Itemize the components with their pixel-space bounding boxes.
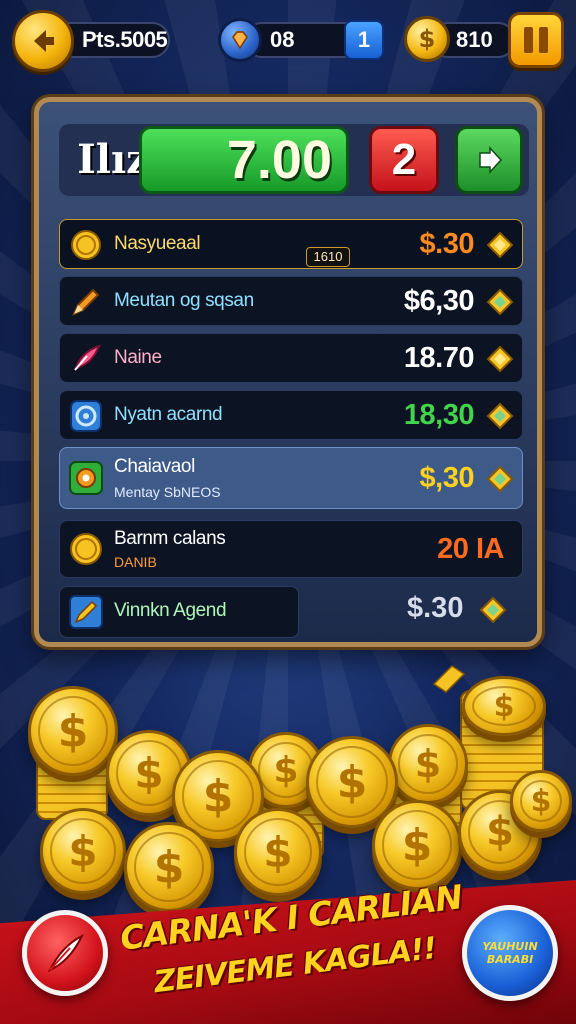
- row-sub-label: Mentay SbNEOS: [114, 484, 221, 500]
- score-value: 7.00: [226, 130, 332, 190]
- gear-icon: [68, 460, 104, 496]
- diamond-icon: [479, 596, 507, 624]
- row-label: Naine: [114, 347, 162, 368]
- pencil-icon: [68, 284, 104, 320]
- row-value: $.30: [419, 228, 475, 260]
- back-button[interactable]: [12, 10, 74, 72]
- stats-panel: Ilız 7.00 2 Nasyueaal 1610 $.30 Meutan o…: [34, 97, 542, 647]
- diamond-icon: [486, 345, 514, 373]
- row-label: Meutan og sqsan: [114, 290, 254, 311]
- coin-icon: [68, 227, 104, 263]
- coin: $: [28, 686, 118, 776]
- play-arrow-icon: [479, 146, 503, 174]
- row-value: 18.70: [403, 342, 475, 374]
- coin: $: [124, 822, 214, 912]
- play-button[interactable]: [455, 126, 523, 194]
- row-label: Nasyueaal: [114, 233, 201, 254]
- row-label: Chaiavaol: [114, 456, 195, 477]
- points-counter: Pts.5005: [64, 22, 170, 58]
- list-item[interactable]: Vinnkn Agend: [59, 586, 299, 638]
- list-item[interactable]: Nasyueaal 1610 $.30: [59, 219, 523, 269]
- top-bar: Pts.5005 08 1 810 $: [0, 0, 576, 82]
- row-label: Vinnkn Agend: [114, 600, 227, 621]
- list-item[interactable]: Naine 18.70: [59, 333, 523, 383]
- pencil-icon: [68, 594, 104, 630]
- pause-button[interactable]: [508, 12, 564, 68]
- claim-button[interactable]: YAUHUIN BARABI: [462, 905, 558, 1001]
- coin: $: [40, 808, 126, 894]
- row-value: 18,30: [403, 399, 475, 431]
- quill-icon: [47, 933, 85, 973]
- coin-pile: $ $ $ $ $ $ $ $ $ $ $ $ $: [0, 650, 576, 920]
- diamond-icon: [486, 231, 514, 259]
- arrow-left-icon: [34, 30, 54, 52]
- row-tag: 1610: [306, 247, 350, 267]
- feather-button[interactable]: [22, 910, 108, 996]
- list-item[interactable]: Nyatn acarnd 18,30: [59, 390, 523, 440]
- diamond-icon: [486, 402, 514, 430]
- coin: $: [372, 800, 462, 890]
- list-item[interactable]: Barnm calans DANIB 20 IA: [59, 520, 523, 578]
- row-value: 20 IA: [437, 533, 504, 565]
- row-value: $,30: [419, 462, 475, 494]
- diamond-icon: [486, 465, 514, 493]
- coin: $: [510, 770, 572, 832]
- pause-icon: [524, 27, 533, 53]
- gems-value: 08: [270, 27, 295, 52]
- points-label: Pts.5005: [82, 27, 168, 52]
- claim-button-label: YAUHUIN BARABI: [482, 940, 538, 966]
- badge-value: 1: [357, 27, 371, 52]
- level-badge-button[interactable]: 1: [344, 20, 384, 60]
- coins-value: 810: [456, 27, 493, 52]
- sparkle-gem-icon: [432, 665, 466, 693]
- coin: $: [462, 676, 546, 736]
- list-item-selected[interactable]: Chaiavaol Mentay SbNEOS $,30: [59, 447, 523, 509]
- coin: $: [388, 724, 468, 804]
- coin-icon: $: [404, 16, 450, 62]
- diamond-icon: [486, 288, 514, 316]
- row-value: $.30: [407, 592, 464, 624]
- gem-icon: [218, 18, 262, 62]
- row-sub-label: DANIB: [114, 554, 157, 570]
- coin-icon: [68, 531, 104, 567]
- row-value: $6,30: [403, 285, 475, 317]
- row-label: Barnm calans: [114, 528, 226, 549]
- list-item[interactable]: Meutan og sqsan $6,30: [59, 276, 523, 326]
- coin: $: [234, 808, 322, 896]
- count-value: 2: [391, 135, 417, 184]
- feather-icon: [68, 341, 104, 377]
- count-button[interactable]: 2: [369, 126, 439, 194]
- target-icon: [68, 398, 104, 434]
- score-display: 7.00: [139, 126, 349, 194]
- row-label: Nyatn acarnd: [114, 404, 223, 425]
